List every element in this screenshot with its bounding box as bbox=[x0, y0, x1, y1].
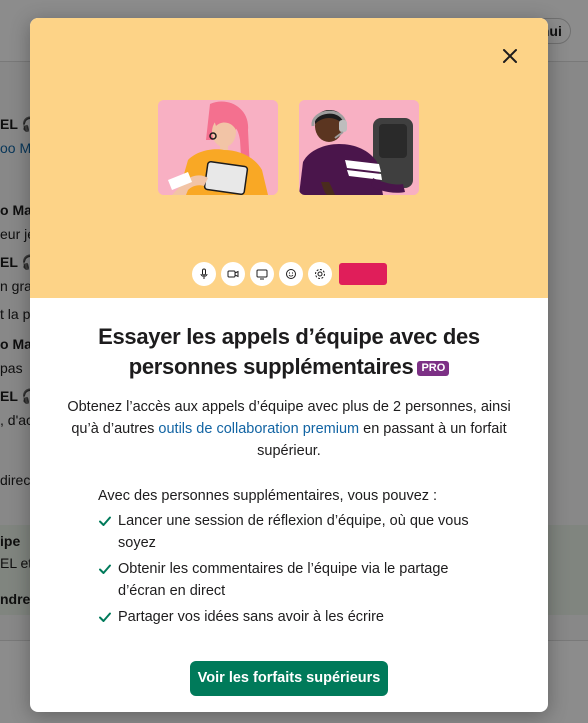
settings-button[interactable] bbox=[308, 262, 332, 286]
feature-list: Lancer une session de réflexion d’équipe… bbox=[98, 510, 498, 632]
close-icon bbox=[503, 49, 517, 63]
feature-text: Partager vos idées sans avoir à les écri… bbox=[118, 609, 384, 625]
feature-item: Partager vos idées sans avoir à les écri… bbox=[98, 606, 498, 628]
microphone-icon bbox=[200, 268, 208, 279]
modal-title-line1: Essayer les appels d’équipe avec des bbox=[98, 324, 480, 349]
feature-item: Obtenir les commentaires de l’équipe via… bbox=[98, 558, 498, 602]
checkmark-icon bbox=[99, 612, 111, 622]
feature-text: Lancer une session de réflexion d’équipe… bbox=[118, 513, 469, 551]
upgrade-modal: Essayer les appels d’équipe avec des per… bbox=[30, 18, 548, 712]
modal-description: Obtenez l’accès aux appels d’équipe avec… bbox=[64, 396, 514, 462]
close-button[interactable] bbox=[496, 42, 524, 70]
participant-tile-right bbox=[299, 100, 419, 195]
emoji-icon bbox=[286, 269, 296, 279]
man-with-headset-illustration bbox=[299, 100, 419, 195]
screen-share-icon bbox=[256, 269, 268, 280]
settings-icon bbox=[315, 269, 325, 279]
feature-item: Lancer une session de réflexion d’équipe… bbox=[98, 510, 498, 554]
call-controls bbox=[192, 262, 387, 286]
checkmark-icon bbox=[99, 564, 111, 574]
participant-tile-left bbox=[158, 100, 278, 195]
pro-badge: PRO bbox=[417, 361, 450, 376]
emoji-button[interactable] bbox=[279, 262, 303, 286]
checkmark-icon bbox=[99, 516, 111, 526]
modal-title: Essayer les appels d’équipe avec des per… bbox=[70, 322, 508, 382]
hero-illustration bbox=[30, 18, 548, 298]
woman-with-tablet-illustration bbox=[158, 100, 278, 195]
screen-share-button[interactable] bbox=[250, 262, 274, 286]
features-intro: Avec des personnes supplémentaires, vous… bbox=[98, 488, 438, 504]
microphone-button[interactable] bbox=[192, 262, 216, 286]
modal-title-line2: personnes supplémentaires bbox=[128, 354, 414, 379]
premium-tools-link[interactable]: outils de collaboration premium bbox=[158, 421, 359, 437]
see-upgrade-plans-button[interactable]: Voir les forfaits supérieurs bbox=[190, 661, 388, 696]
feature-text: Obtenir les commentaires de l’équipe via… bbox=[118, 561, 449, 599]
video-button[interactable] bbox=[221, 262, 245, 286]
video-icon bbox=[227, 270, 239, 278]
hangup-button[interactable] bbox=[339, 263, 387, 285]
